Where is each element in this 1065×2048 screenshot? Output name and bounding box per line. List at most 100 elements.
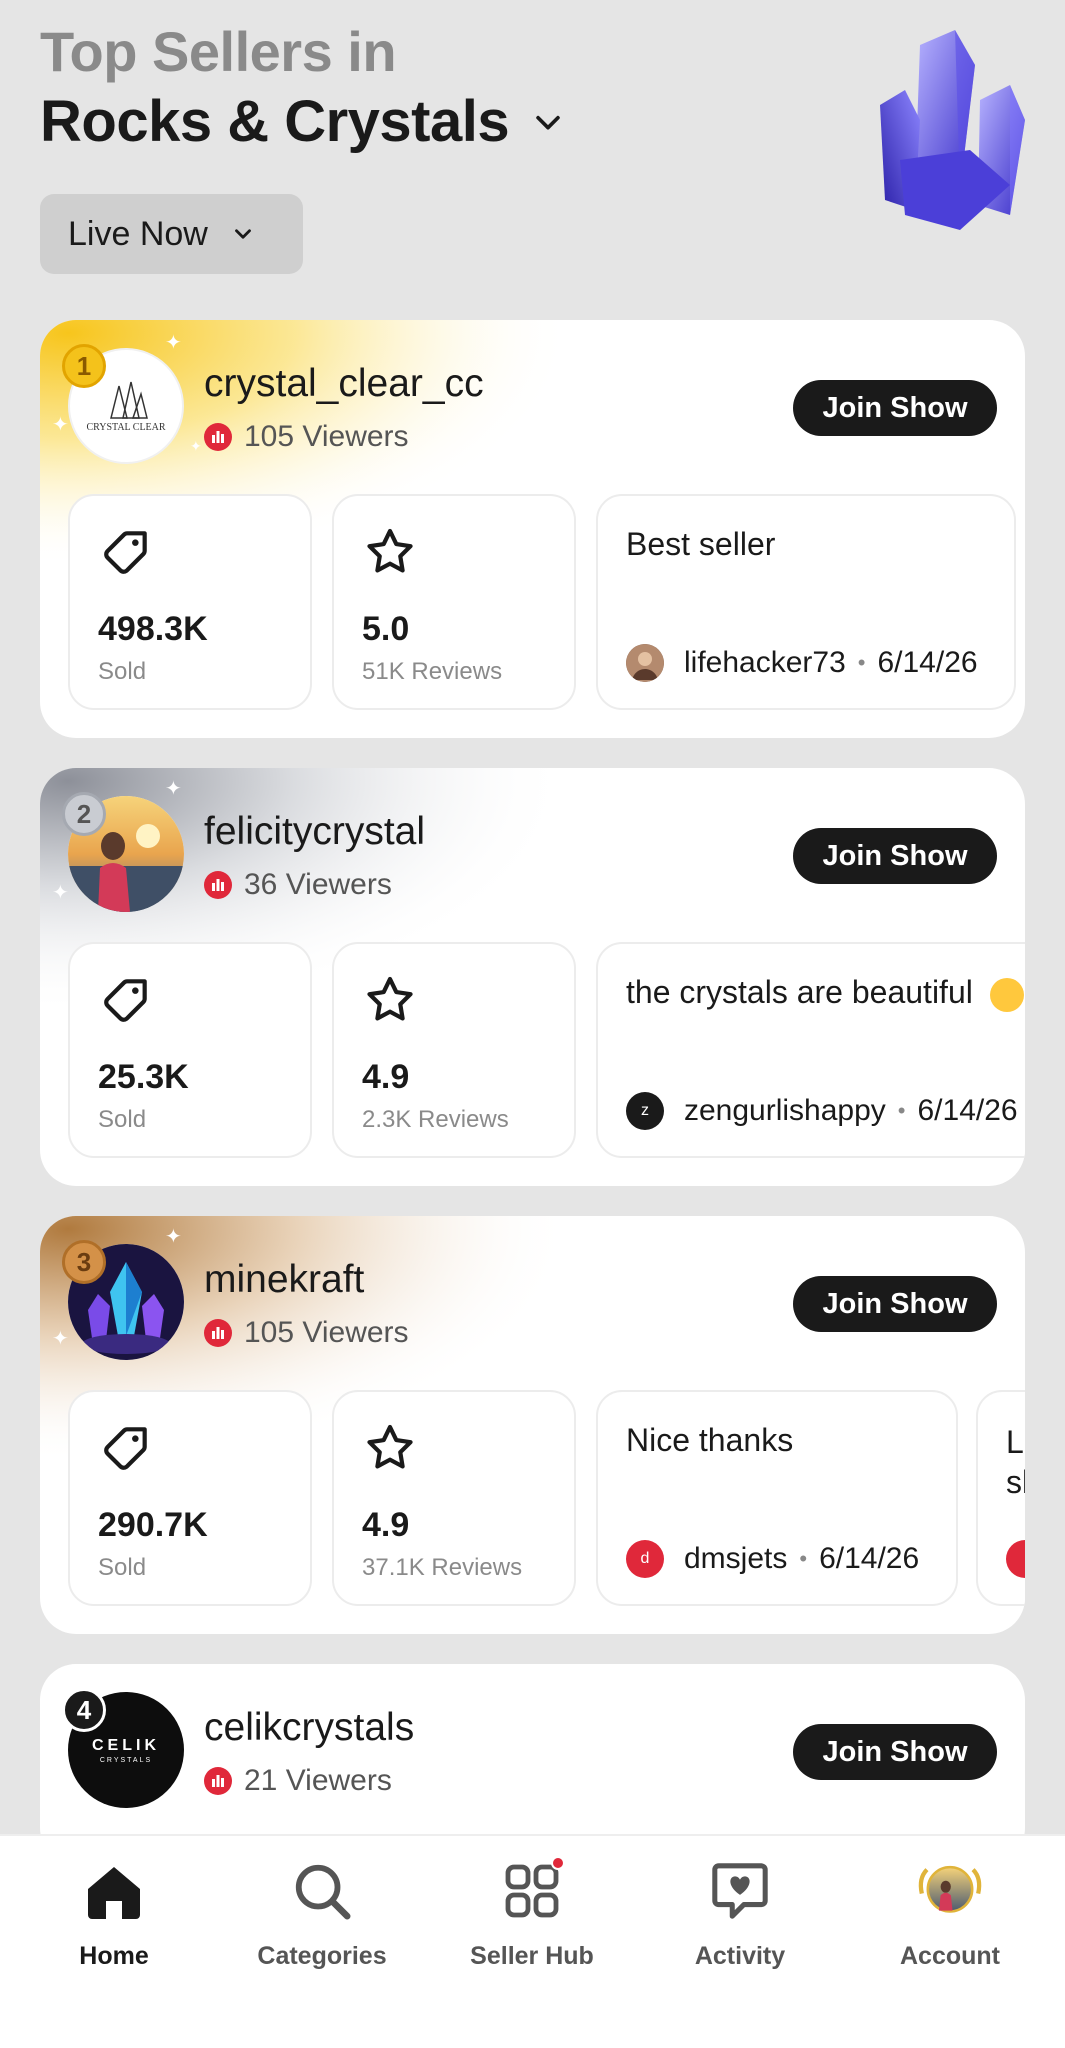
review-meta: z zengurlishappy • 6/14/26 <box>626 1092 1018 1130</box>
nav-seller-hub[interactable]: Seller Hub <box>442 1856 622 1996</box>
star-icon <box>367 1424 413 1469</box>
viewer-count: 105 Viewers <box>204 1316 409 1350</box>
reviewer-name: dmsjets <box>684 1542 788 1575</box>
tag-icon <box>104 531 147 574</box>
nav-activity[interactable]: Activity <box>650 1856 830 1996</box>
review-date: 6/14/26 <box>917 1094 1018 1127</box>
viewer-count-text: 105 Viewers <box>244 420 409 453</box>
sold-stat: 25.3K Sold <box>68 942 312 1158</box>
tag-icon <box>104 1427 147 1470</box>
nav-account[interactable]: Account <box>860 1856 1040 1996</box>
rating-value: 5.0 <box>362 610 410 648</box>
join-show-button[interactable]: Join Show <box>793 1276 997 1332</box>
reviewer-name: zengurlishappy <box>684 1094 886 1127</box>
seller-card[interactable]: ✦ ✦ 2 felicitycrystal 36 Viewers Join Sh… <box>40 768 1025 1186</box>
avatar-brand-text: CRYSTAL CLEAR <box>86 421 166 433</box>
live-icon <box>204 871 232 899</box>
sold-label: Sold <box>98 658 147 685</box>
nav-categories[interactable]: Categories <box>232 1856 412 1996</box>
review-text: Best seller <box>626 526 776 562</box>
seller-card[interactable]: ✦ ✦ ✦ CRYSTAL CLEAR 1 crystal_clear_cc 1… <box>40 320 1025 738</box>
sparkle-icon: ✦ <box>52 882 69 904</box>
sold-stat: 290.7K Sold <box>68 1390 312 1606</box>
review-meta: lifehacker73 • 6/14/26 <box>626 644 978 682</box>
viewer-count-text: 36 Viewers <box>244 868 392 901</box>
rating-stat: 4.9 2.3K Reviews <box>332 942 576 1158</box>
sparkle-icon: ✦ <box>52 1328 69 1350</box>
reviewer-avatar <box>626 644 664 682</box>
reviews-count: 37.1K Reviews <box>362 1554 523 1581</box>
nav-label: Home <box>79 1942 149 1970</box>
tag-icon <box>104 979 147 1022</box>
review-meta <box>1006 1540 1025 1578</box>
filter-label: Live Now <box>68 214 208 253</box>
page-title: Rocks & Crystals <box>40 89 510 154</box>
join-show-button[interactable]: Join Show <box>793 828 997 884</box>
crystal-illustration <box>880 30 1025 230</box>
rank-badge: 4 <box>62 1688 106 1732</box>
seller-name[interactable]: felicitycrystal <box>204 810 425 854</box>
live-icon <box>204 1319 232 1347</box>
star-icon <box>367 528 413 573</box>
sparkle-icon: ✦ <box>190 438 202 454</box>
review-text: Nice thanks <box>626 1422 794 1458</box>
chevron-down-icon <box>234 229 251 239</box>
rating-stat: 5.0 51K Reviews <box>332 494 576 710</box>
rating-stat: 4.9 37.1K Reviews <box>332 1390 576 1606</box>
nav-label: Account <box>900 1942 1000 1970</box>
sparkle-icon: ✦ <box>165 778 182 800</box>
review-card-next[interactable]: Le sl <box>976 1390 1025 1606</box>
rank-badge-bronze: 3 <box>62 1240 106 1284</box>
sparkle-icon: ✦ <box>165 332 182 354</box>
viewer-count: 105 Viewers <box>204 420 409 454</box>
chat-heart-icon <box>705 1856 775 1926</box>
account-avatar <box>915 1856 985 1926</box>
rank-badge-silver: 2 <box>62 792 106 836</box>
reviews-count: 2.3K Reviews <box>362 1106 509 1133</box>
nav-label: Activity <box>694 1942 786 1970</box>
live-icon <box>204 1767 232 1795</box>
chevron-down-icon <box>536 115 560 130</box>
live-now-filter-button[interactable]: Live Now <box>40 194 303 274</box>
sold-value: 290.7K <box>98 1506 208 1544</box>
review-card[interactable]: the crystals are beautiful z zengurlisha… <box>596 942 1025 1158</box>
join-show-button[interactable]: Join Show <box>793 1724 997 1780</box>
review-card[interactable]: Best seller lifehacker73 • 6/14/26 <box>596 494 1016 710</box>
search-icon <box>287 1856 357 1926</box>
reviewer-avatar: d <box>626 1540 664 1578</box>
review-text-peek: Le sl <box>1006 1424 1025 1500</box>
reviews-count: 51K Reviews <box>362 658 503 685</box>
sold-stat: 498.3K Sold <box>68 494 312 710</box>
review-date: 6/14/26 <box>819 1542 920 1575</box>
rating-value: 4.9 <box>362 1506 410 1544</box>
sold-label: Sold <box>98 1106 147 1133</box>
viewer-count: 21 Viewers <box>204 1764 392 1798</box>
avatar-brand-subtext: CRYSTALS <box>99 1756 153 1764</box>
sparkle-icon: ✦ <box>52 414 69 436</box>
review-meta: d dmsjets • 6/14/26 <box>626 1540 919 1578</box>
home-icon <box>79 1856 149 1926</box>
viewer-count-text: 105 Viewers <box>244 1316 409 1349</box>
rank-badge-gold: 1 <box>62 344 106 388</box>
join-show-button[interactable]: Join Show <box>793 380 997 436</box>
review-card[interactable]: Nice thanks d dmsjets • 6/14/26 <box>596 1390 958 1606</box>
sparkle-icon: ✦ <box>165 1226 182 1248</box>
grid-icon <box>497 1856 567 1926</box>
emoji-icon <box>989 977 1024 1012</box>
review-date: 6/14/26 <box>877 646 978 679</box>
bottom-navigation: Home Categories Seller Hub Activity Acco… <box>0 1834 1065 2048</box>
reviewer-avatar <box>1006 1540 1025 1578</box>
sold-value: 498.3K <box>98 610 208 648</box>
seller-name[interactable]: minekraft <box>204 1258 364 1302</box>
seller-name[interactable]: celikcrystals <box>204 1706 414 1750</box>
review-text: the crystals are beautiful <box>626 974 1024 1012</box>
live-icon <box>204 423 232 451</box>
viewer-count: 36 Viewers <box>204 868 392 902</box>
seller-card[interactable]: ✦ ✦ 3 minekraft 105 Viewers Join Show 29… <box>40 1216 1025 1634</box>
nav-home[interactable]: Home <box>24 1856 204 1996</box>
reviewer-avatar: z <box>626 1092 664 1130</box>
reviewer-name: lifehacker73 <box>684 646 846 679</box>
avatar-brand-text: CELIK <box>92 1736 160 1754</box>
seller-name[interactable]: crystal_clear_cc <box>204 362 484 406</box>
star-icon <box>367 976 413 1021</box>
